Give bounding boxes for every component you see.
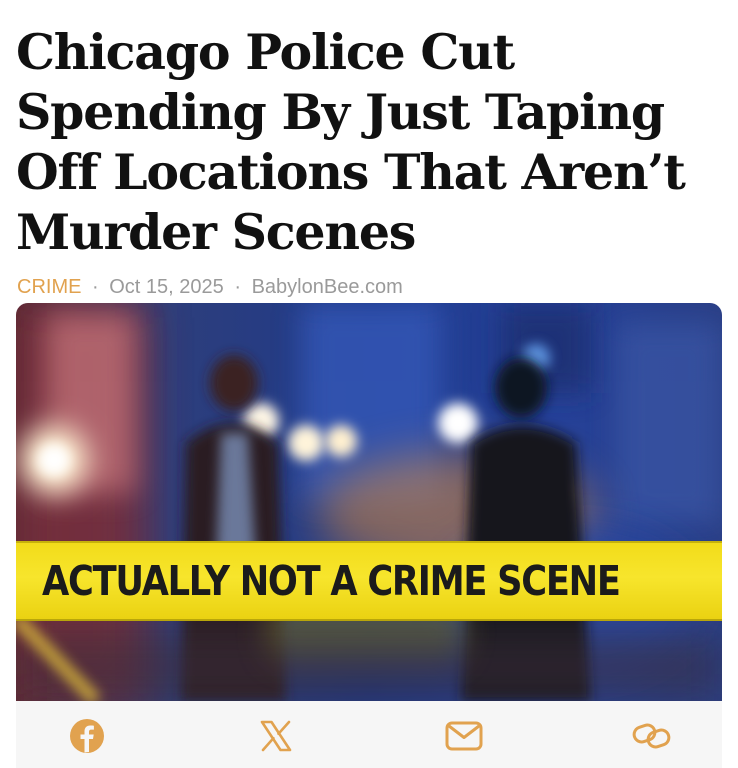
meta-separator: · [234, 276, 242, 298]
article-card: ACTUALLY NOT A CRIME SCENE [16, 303, 722, 768]
share-bar [16, 701, 722, 768]
source-name: BabylonBee.com [251, 276, 403, 298]
copy-link-button[interactable] [632, 716, 672, 756]
category-link[interactable]: CRIME [17, 276, 81, 298]
link-icon [632, 723, 671, 749]
publish-date: Oct 15, 2025 [109, 276, 224, 298]
mail-icon [445, 721, 483, 751]
x-share-button[interactable] [256, 716, 296, 756]
facebook-icon [70, 719, 104, 753]
article-photo[interactable]: ACTUALLY NOT A CRIME SCENE [16, 303, 722, 701]
photo-scene [16, 303, 722, 701]
article-meta: CRIME · Oct 15, 2025 · BabylonBee.com [17, 275, 403, 299]
x-icon [260, 720, 292, 752]
facebook-share-button[interactable] [67, 716, 107, 756]
article-headline[interactable]: Chicago Police Cut Spending By Just Tapi… [16, 22, 728, 262]
meta-separator: · [92, 276, 99, 298]
email-share-button[interactable] [444, 716, 484, 756]
caution-tape-text: ACTUALLY NOT A CRIME SCENE [42, 557, 621, 605]
